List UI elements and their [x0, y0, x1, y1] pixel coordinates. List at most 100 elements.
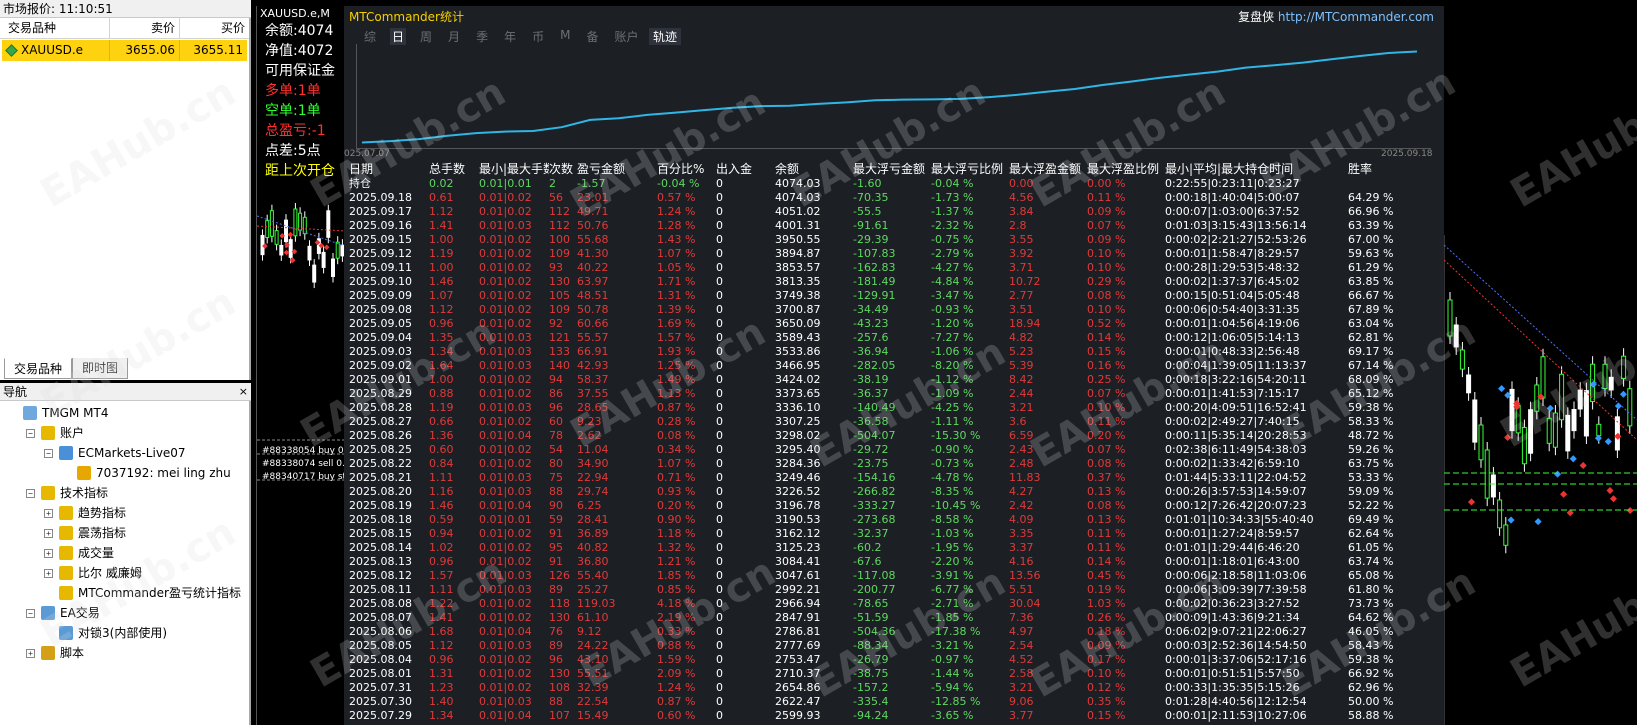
table-row[interactable]: 2025.08.07 1.41 0.01|0.02 130 61.10 2.19 % 0 28… [349, 611, 1439, 625]
table-row[interactable]: 2025.09.15 1.00 0.01|0.02 100 55.68 1.43 % 0 39… [349, 233, 1439, 247]
tree-item[interactable]: − ECMarkets-Live07 [0, 443, 249, 463]
table-row[interactable]: 2025.08.15 0.94 0.01|0.02 91 36.89 1.18 % 0 316… [349, 527, 1439, 541]
table-row[interactable]: 2025.08.11 1.11 0.01|0.03 89 25.27 0.85 % 0 299… [349, 583, 1439, 597]
table-row[interactable]: 2025.08.04 0.96 0.01|0.02 96 43.10 1.59 % 0 275… [349, 653, 1439, 667]
column-header[interactable]: 最小|最大手数 [479, 161, 549, 177]
chart-window-xauusd[interactable]: XAUUSD.e,M 余额:4074 净值:4072 可用保证金 多单:1单 空单:1单… [256, 6, 344, 725]
column-header[interactable]: 盈亏金额 [577, 161, 657, 177]
collapse-icon[interactable]: − [44, 449, 53, 458]
close-icon[interactable]: × [239, 383, 248, 401]
table-row[interactable]: 2025.07.29 1.34 0.01|0.04 107 15.49 0.60 % 0 25… [349, 709, 1439, 723]
collapse-icon[interactable]: − [26, 489, 35, 498]
column-header[interactable]: 最大浮盈金额 [1009, 161, 1087, 177]
tab-period[interactable]: 备 [584, 28, 600, 45]
column-header[interactable]: 日期 [349, 161, 429, 177]
tree-item[interactable]: TMGM MT4 [0, 403, 249, 423]
expand-icon[interactable]: + [44, 529, 53, 538]
tree-item[interactable]: MTCommander盈亏统计指标 [0, 583, 249, 603]
table-row[interactable]: 2025.08.08 1.22 0.01|0.02 118 119.03 4.18 % 0 2… [349, 597, 1439, 611]
column-header[interactable]: 总手数 [429, 161, 479, 177]
tab-period[interactable]: 日 [390, 28, 407, 45]
table-row[interactable]: 2025.08.13 0.96 0.01|0.02 91 36.80 1.21 % 0 308… [349, 555, 1439, 569]
tree-item[interactable]: + 趋势指标 [0, 503, 249, 523]
track-button[interactable]: 轨迹 [649, 28, 682, 45]
tab-symbols[interactable]: 交易品种 [4, 358, 73, 379]
tree-item[interactable]: + 成交量 [0, 543, 249, 563]
table-row[interactable]: 2025.09.03 1.34 0.01|0.03 133 66.91 1.93 % 0 35… [349, 345, 1439, 359]
column-header[interactable]: 最小|平均|最大持仓时间 [1165, 161, 1348, 177]
table-row[interactable]: 2025.09.11 1.00 0.01|0.02 93 40.22 1.05 % 0 385… [349, 261, 1439, 275]
col-bid-header[interactable]: 卖价 [110, 18, 180, 38]
expand-icon[interactable]: + [44, 509, 53, 518]
tree-item[interactable]: 7037192: mei ling zhu [0, 463, 249, 483]
expand-icon[interactable]: + [26, 649, 35, 658]
table-row[interactable]: 2025.08.28 1.19 0.01|0.03 96 28.65 0.87 % 0 333… [349, 401, 1439, 415]
table-row[interactable]: 2025.09.02 1.64 0.01|0.03 140 42.93 1.25 % 0 34… [349, 359, 1439, 373]
column-header[interactable]: 胜率 [1348, 161, 1408, 177]
tab-period[interactable]: M [558, 28, 572, 45]
tree-item[interactable]: − EA交易 [0, 603, 249, 623]
table-row[interactable]: 2025.08.21 1.11 0.01|0.03 75 22.94 0.71 % 0 324… [349, 471, 1439, 485]
stats-brand-link[interactable]: 复盘侠 http://MTCommander.com [1238, 8, 1434, 25]
column-header[interactable]: 次数 [549, 161, 577, 177]
table-row[interactable]: 2025.09.08 1.12 0.01|0.02 109 50.78 1.39 % 0 37… [349, 303, 1439, 317]
table-row[interactable]: 2025.08.06 1.68 0.01|0.04 76 9.12 0.33 % 0 2786… [349, 625, 1439, 639]
expand-icon[interactable]: + [44, 569, 53, 578]
table-row[interactable]: 2025.09.12 1.19 0.01|0.02 109 41.30 1.07 % 0 38… [349, 247, 1439, 261]
table-row[interactable]: 2025.08.22 0.84 0.01|0.02 80 34.90 1.07 % 0 328… [349, 457, 1439, 471]
tab-period[interactable]: 年 [502, 28, 518, 45]
table-row[interactable]: 2025.09.16 1.41 0.01|0.03 112 50.76 1.28 % 0 40… [349, 219, 1439, 233]
table-row[interactable]: 2025.08.26 1.36 0.01|0.04 78 2.62 0.08 % 0 3298… [349, 429, 1439, 443]
tab-period[interactable]: 综 [362, 28, 378, 45]
tab-period[interactable]: 季 [474, 28, 490, 45]
tree-item[interactable]: 对锁3(内部使用) [0, 623, 249, 643]
table-row[interactable]: 2025.07.30 1.40 0.01|0.03 88 22.54 0.87 % 0 262… [349, 695, 1439, 709]
table-row[interactable]: 2025.08.27 0.66 0.01|0.02 60 9.23 0.28 % 0 3307… [349, 415, 1439, 429]
table-row[interactable]: 2025.09.09 1.07 0.01|0.02 105 48.51 1.31 % 0 37… [349, 289, 1439, 303]
table-cell: 64.29 % [1348, 191, 1394, 204]
table-row[interactable]: 2025.08.29 0.88 0.01|0.02 86 37.55 1.13 % 0 337… [349, 387, 1439, 401]
table-row[interactable]: 2025.09.18 0.61 0.01|0.02 56 23.01 0.57 % 0 407… [349, 191, 1439, 205]
column-header[interactable]: 最大浮亏金额 [853, 161, 931, 177]
column-header[interactable]: 最大浮盈比例 [1087, 161, 1165, 177]
tree-item[interactable]: + 震荡指标 [0, 523, 249, 543]
symbol-row-xauusd[interactable]: XAUUSD.e 3655.06 3655.11 [2, 40, 247, 61]
col-ask-header[interactable]: 买价 [180, 18, 249, 38]
collapse-icon[interactable]: − [26, 609, 35, 618]
column-header[interactable]: 百分比% [657, 161, 716, 177]
brand-url[interactable]: http://MTCommander.com [1278, 10, 1434, 24]
table-row[interactable]: 2025.09.05 0.96 0.01|0.02 92 60.66 1.69 % 0 365… [349, 317, 1439, 331]
table-row[interactable]: 2025.08.18 0.59 0.01|0.01 59 28.41 0.90 % 0 319… [349, 513, 1439, 527]
col-symbol-header[interactable]: 交易品种 [0, 18, 110, 38]
chart-window-right[interactable] [1444, 0, 1637, 725]
table-row[interactable]: 2025.07.31 1.23 0.01|0.02 108 32.39 1.24 % 0 26… [349, 681, 1439, 695]
tree-item[interactable]: + 比尔 威廉姆 [0, 563, 249, 583]
tab-period[interactable]: 周 [418, 28, 434, 45]
table-row[interactable]: 2025.09.17 1.12 0.01|0.02 112 49.71 1.24 % 0 40… [349, 205, 1439, 219]
column-header[interactable]: 最大浮亏比例 [931, 161, 1009, 177]
table-row[interactable]: 2025.08.01 1.31 0.01|0.02 130 55.51 2.09 % 0 27… [349, 667, 1439, 681]
tree-item[interactable]: − 技术指标 [0, 483, 249, 503]
tab-period[interactable]: 账户 [612, 28, 640, 45]
table-row[interactable]: 2025.09.10 1.46 0.01|0.02 130 63.97 1.71 % 0 38… [349, 275, 1439, 289]
table-row[interactable]: 2025.08.14 1.02 0.01|0.02 95 40.82 1.32 % 0 312… [349, 541, 1439, 555]
column-header[interactable]: 出入金 [716, 161, 775, 177]
tab-period[interactable]: 月 [446, 28, 462, 45]
collapse-icon[interactable]: − [26, 429, 35, 438]
tree-item[interactable]: − 账户 [0, 423, 249, 443]
tree-item[interactable]: + 脚本 [0, 643, 249, 663]
table-row[interactable]: 2025.08.05 1.12 0.01|0.03 89 24.22 0.88 % 0 277… [349, 639, 1439, 653]
table-row[interactable]: 2025.08.25 0.60 0.01|0.02 54 11.04 0.34 % 0 329… [349, 443, 1439, 457]
column-header[interactable]: 余额 [775, 161, 853, 177]
table-row[interactable]: 2025.08.12 1.57 0.01|0.03 126 55.40 1.85 % 0 30… [349, 569, 1439, 583]
table-cell: 61.10 [577, 611, 609, 624]
table-row[interactable]: 2025.09.04 1.35 0.01|0.03 121 55.57 1.57 % 0 35… [349, 331, 1439, 345]
account-info-line: 净值:4072 [265, 43, 334, 59]
open-positions-row[interactable]: 持仓 0.02 0.01|0.01 2 -1.57 -0.04 % 0 4074.03 -1.6… [349, 177, 1439, 191]
tab-tick-chart[interactable]: 即时图 [72, 358, 129, 379]
table-row[interactable]: 2025.08.19 1.46 0.01|0.04 90 6.25 0.20 % 0 3196… [349, 499, 1439, 513]
tab-period[interactable]: 币 [530, 28, 546, 45]
table-row[interactable]: 2025.09.01 1.00 0.01|0.02 94 58.37 1.49 % 0 342… [349, 373, 1439, 387]
expand-icon[interactable]: + [44, 549, 53, 558]
table-row[interactable]: 2025.08.20 1.16 0.01|0.03 88 29.74 0.93 % 0 322… [349, 485, 1439, 499]
